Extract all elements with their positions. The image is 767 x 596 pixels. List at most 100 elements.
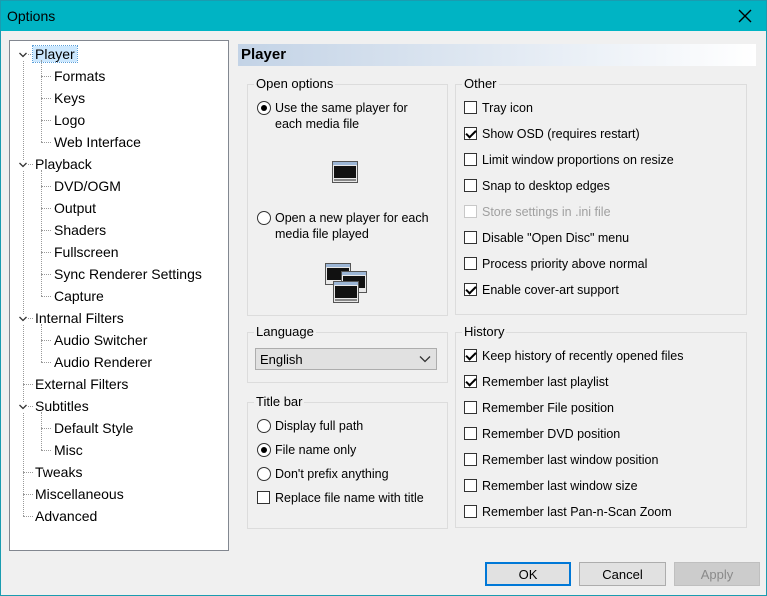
tree-connector [41, 186, 51, 187]
remember-last-playlist-checkbox[interactable]: Remember last playlist [464, 374, 608, 390]
same-player-radio-indicator[interactable] [257, 101, 271, 115]
tree-item-default-style[interactable]: Default Style [52, 418, 135, 438]
tree-item-dvd-ogm[interactable]: DVD/OGM [52, 176, 123, 196]
apply-button[interactable]: Apply [674, 562, 760, 586]
enable-cover-art-support-checkbox[interactable]: Enable cover-art support [464, 282, 619, 298]
tree-item-miscellaneous[interactable]: Miscellaneous [33, 484, 126, 504]
checkbox-indicator[interactable] [464, 127, 477, 140]
single-player-icon [332, 161, 358, 183]
tree-expander-chevron-icon[interactable] [18, 402, 28, 412]
store-settings-in-ini-file-checkbox[interactable]: Store settings in .ini file [464, 204, 611, 220]
tree-connector [41, 98, 51, 99]
tree-expander-chevron-icon[interactable] [18, 314, 28, 324]
tree-connector [41, 120, 51, 121]
checkbox-indicator[interactable] [464, 231, 477, 244]
snap-to-desktop-edges-checkbox[interactable]: Snap to desktop edges [464, 178, 610, 194]
checkbox-indicator[interactable] [464, 505, 477, 518]
tree-item-advanced[interactable]: Advanced [33, 506, 99, 526]
tree-item-fullscreen[interactable]: Fullscreen [52, 242, 121, 262]
tree-item-label: Playback [35, 156, 92, 172]
radio-indicator[interactable] [257, 419, 271, 433]
option-label: Remember last Pan-n-Scan Zoom [482, 505, 672, 519]
checkbox-indicator[interactable] [464, 101, 477, 114]
tree-item-formats[interactable]: Formats [52, 66, 107, 86]
ok-button[interactable]: OK [485, 562, 571, 586]
tree-item-internal-filters[interactable]: Internal Filters [33, 308, 126, 328]
window-title: Options [7, 8, 56, 24]
open-options-title: Open options [254, 76, 336, 91]
checkbox-indicator[interactable] [464, 283, 477, 296]
don-t-prefix-anything-radio[interactable]: Don't prefix anything [257, 466, 389, 482]
radio-indicator[interactable] [257, 443, 271, 457]
tree-item-label: Audio Switcher [54, 332, 148, 348]
options-tree[interactable]: Player Formats Keys Logo Web Interface Playba… [9, 40, 229, 551]
tree-expander-chevron-icon[interactable] [18, 50, 28, 60]
tree-item-label: DVD/OGM [54, 178, 121, 194]
cancel-button[interactable]: Cancel [579, 562, 666, 586]
option-label: Don't prefix anything [275, 467, 389, 481]
checkbox-indicator[interactable] [464, 205, 477, 218]
option-label: Tray icon [482, 101, 533, 115]
tree-item-shaders[interactable]: Shaders [52, 220, 108, 240]
checkbox-indicator[interactable] [464, 375, 477, 388]
tree-item-label: Shaders [54, 222, 107, 238]
tree-connector [41, 142, 51, 143]
tree-item-tweaks[interactable]: Tweaks [33, 462, 84, 482]
checkbox-indicator[interactable] [464, 427, 477, 440]
title-bar[interactable]: Options [1, 1, 766, 31]
tree-item-capture[interactable]: Capture [52, 286, 106, 306]
language-select[interactable]: English [255, 348, 437, 370]
tree-item-keys[interactable]: Keys [52, 88, 87, 108]
replace-file-name-with-title-checkbox[interactable]: Replace file name with title [257, 490, 424, 506]
tree-item-audio-renderer[interactable]: Audio Renderer [52, 352, 154, 372]
tree-branch-line [41, 60, 42, 142]
tree-item-label: Sync Renderer Settings [54, 266, 202, 282]
limit-window-proportions-on-resize-checkbox[interactable]: Limit window proportions on resize [464, 152, 674, 168]
tree-expander-chevron-icon[interactable] [18, 160, 28, 170]
tray-icon-checkbox[interactable]: Tray icon [464, 100, 533, 116]
checkbox-indicator[interactable] [464, 153, 477, 166]
tree-item-web-interface[interactable]: Web Interface [52, 132, 143, 152]
checkbox-indicator[interactable] [464, 479, 477, 492]
option-label: Process priority above normal [482, 257, 648, 271]
checkbox-indicator[interactable] [464, 349, 477, 362]
checkbox-indicator[interactable] [464, 257, 477, 270]
dialog-content: Player Formats Keys Logo Web Interface Playba… [1, 32, 766, 595]
tree-branch-line [41, 170, 42, 296]
close-button[interactable] [728, 3, 762, 29]
checkbox-indicator[interactable] [257, 491, 270, 504]
tree-item-label: Miscellaneous [35, 486, 124, 502]
tree-item-logo[interactable]: Logo [52, 110, 87, 130]
file-name-only-radio[interactable]: File name only [257, 442, 356, 458]
remember-last-window-position-checkbox[interactable]: Remember last window position [464, 452, 658, 468]
process-priority-above-normal-checkbox[interactable]: Process priority above normal [464, 256, 647, 272]
tree-item-playback[interactable]: Playback [33, 154, 94, 174]
tree-item-external-filters[interactable]: External Filters [33, 374, 130, 394]
tree-item-misc[interactable]: Misc [52, 440, 85, 460]
tree-item-label: Advanced [35, 508, 98, 524]
keep-history-of-recently-opened-files-checkbox[interactable]: Keep history of recently opened files [464, 348, 684, 364]
new-player-radio-indicator[interactable] [257, 211, 271, 225]
tree-item-output[interactable]: Output [52, 198, 98, 218]
checkbox-indicator[interactable] [464, 179, 477, 192]
display-full-path-radio[interactable]: Display full path [257, 418, 363, 434]
checkbox-indicator[interactable] [464, 453, 477, 466]
tree-item-sync-renderer-settings[interactable]: Sync Renderer Settings [52, 264, 204, 284]
new-player-radio[interactable]: Open a new player for each media file pla… [257, 210, 429, 242]
tree-root-line [23, 54, 24, 516]
same-player-radio[interactable]: Use the same player for each media file [257, 100, 408, 132]
remember-last-pan-n-scan-zoom-checkbox[interactable]: Remember last Pan-n-Scan Zoom [464, 504, 672, 520]
remember-last-window-size-checkbox[interactable]: Remember last window size [464, 478, 638, 494]
radio-indicator[interactable] [257, 467, 271, 481]
new-player-label-line2: media file played [275, 227, 369, 241]
show-osd-requires-restart-checkbox[interactable]: Show OSD (requires restart) [464, 126, 640, 142]
tree-item-player[interactable]: Player [32, 44, 78, 64]
tree-item-label: Output [54, 200, 97, 216]
checkbox-indicator[interactable] [464, 401, 477, 414]
tree-item-audio-switcher[interactable]: Audio Switcher [52, 330, 149, 350]
remember-dvd-position-checkbox[interactable]: Remember DVD position [464, 426, 620, 442]
tree-connector [41, 252, 51, 253]
close-icon [738, 9, 752, 23]
disable-open-disc-menu-checkbox[interactable]: Disable "Open Disc" menu [464, 230, 629, 246]
remember-file-position-checkbox[interactable]: Remember File position [464, 400, 614, 416]
